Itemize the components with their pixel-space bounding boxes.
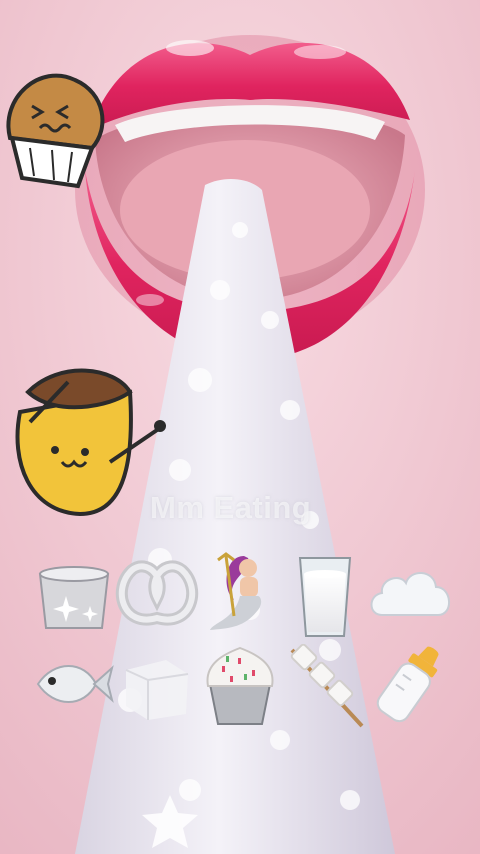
sparkle-pot-icon [38,566,110,629]
cupcake-icon [206,646,274,725]
mermaid-icon [210,552,262,630]
marshmallow-skewer-icon [290,644,364,728]
pretzel-icon [115,560,199,626]
pudding-drumming-sticker-icon [15,368,166,517]
baby-bottle-icon [376,646,439,723]
cloud-icon [370,572,450,616]
milk-glass-icon [298,557,352,637]
fish-icon [36,665,114,703]
white-cube-icon [125,660,189,720]
watermark-text: Mm Eating [150,490,312,525]
dizzy-muffin-sticker-icon [6,73,105,189]
